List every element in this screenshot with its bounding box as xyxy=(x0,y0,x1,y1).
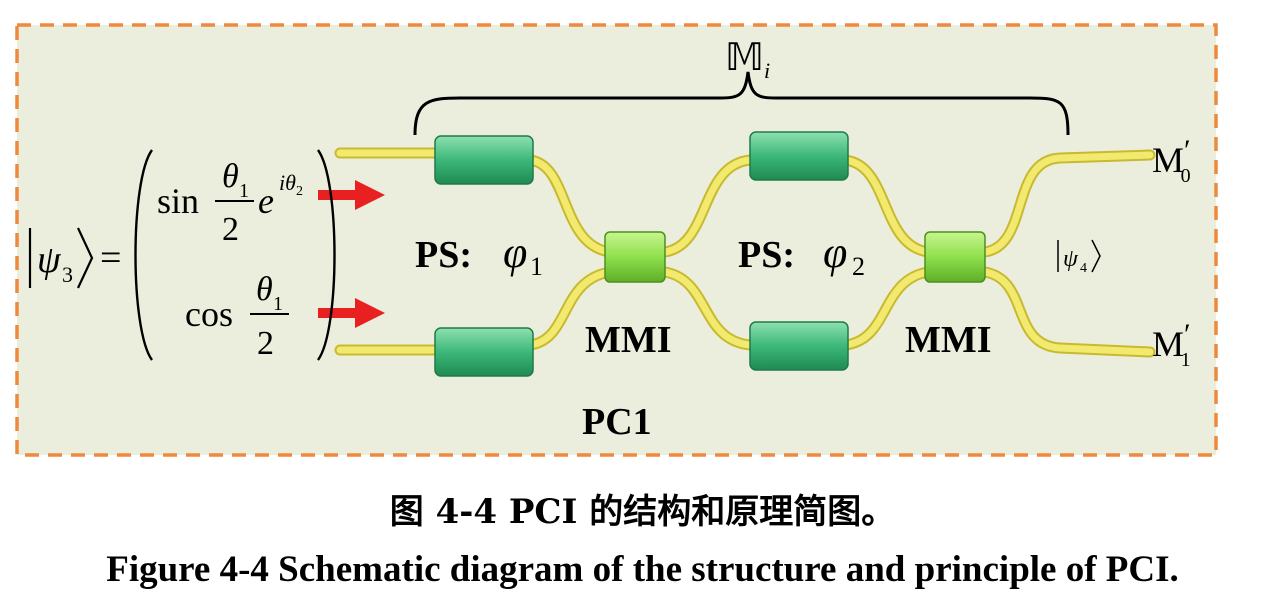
output-top-label: M′ 0 xyxy=(1152,134,1191,187)
input-ket-psi: ψ xyxy=(37,239,62,281)
pci-schematic: 𝕄i ψ 3 = sin θ 1 2 e iθ2 cos θ 1 2 PS: φ… xyxy=(15,23,1218,457)
svg-text:PS:: PS: xyxy=(415,234,472,276)
mmi-label-1: MMI xyxy=(585,319,672,361)
top-entry-num-sub: 1 xyxy=(239,180,249,202)
output-bottom-label: M′ 1 xyxy=(1152,318,1191,371)
phase-shifter-top-2 xyxy=(749,131,849,181)
mmi-coupler-1 xyxy=(604,231,666,283)
bottom-entry-num-sub: 1 xyxy=(273,293,283,315)
mmi-coupler-2 xyxy=(924,231,986,283)
svg-text:ψ: ψ xyxy=(1063,246,1079,272)
input-ket-sub: 3 xyxy=(62,262,73,287)
svg-text:2: 2 xyxy=(852,252,865,281)
chip-label: PC1 xyxy=(582,401,652,443)
caption-chinese: 图 4-4 PCI 的结构和原理简图。 xyxy=(389,492,896,532)
svg-text:φ: φ xyxy=(503,228,527,277)
bottom-entry-den: 2 xyxy=(257,325,274,362)
phase-shifter-bottom-1 xyxy=(434,327,534,377)
top-entry-exp-base: e xyxy=(258,181,274,221)
svg-text:4: 4 xyxy=(1080,261,1087,276)
bottom-entry-func: cos xyxy=(185,294,233,334)
brace-label: 𝕄i xyxy=(725,37,770,83)
top-entry-num: θ xyxy=(222,158,239,195)
svg-text:1: 1 xyxy=(530,252,543,281)
mmi-label-2: MMI xyxy=(905,319,992,361)
top-entry-den: 2 xyxy=(222,211,239,248)
top-entry-func: sin xyxy=(157,181,199,221)
svg-text:PS:: PS: xyxy=(738,234,795,276)
phase-shifter-bottom-2 xyxy=(749,321,849,371)
input-equals: = xyxy=(100,237,121,279)
caption-english: Figure 4-4 Schematic diagram of the stru… xyxy=(106,549,1179,590)
phase-shifter-top-1 xyxy=(434,135,534,185)
bottom-entry-num: θ xyxy=(256,271,273,308)
svg-text:φ: φ xyxy=(823,228,847,277)
